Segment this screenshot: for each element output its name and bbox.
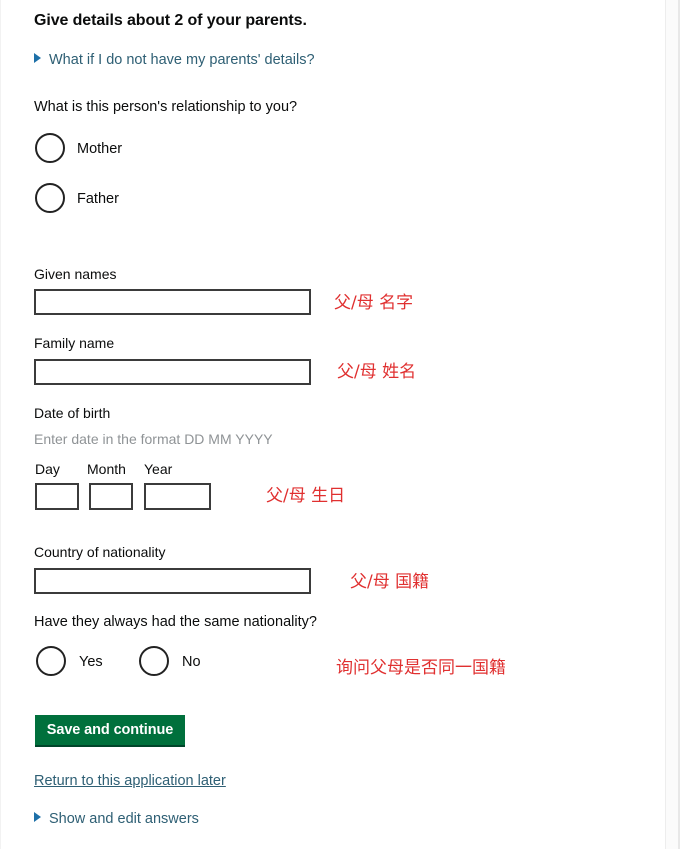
radio-circle-mother[interactable] (35, 133, 65, 163)
month-label: Month (87, 461, 126, 477)
save-and-continue-button[interactable]: Save and continue (35, 715, 185, 747)
day-input[interactable] (35, 483, 79, 510)
radio-label-no: No (182, 654, 201, 670)
details-toggle-label: What if I do not have my parents' detail… (49, 52, 315, 68)
show-edit-answers-label: Show and edit answers (49, 811, 199, 827)
radio-option-father[interactable]: Father (34, 183, 334, 217)
details-toggle-show-edit-answers[interactable]: Show and edit answers (34, 811, 199, 827)
form-content: Give details about 2 of your parents. Wh… (34, 0, 654, 849)
year-input[interactable] (144, 483, 211, 510)
annotation-family-name: 父/母 姓名 (337, 362, 417, 382)
radio-label-yes: Yes (79, 654, 103, 670)
annotation-country-of-nationality: 父/母 国籍 (350, 572, 430, 592)
radio-option-mother[interactable]: Mother (34, 133, 334, 167)
annotation-given-names: 父/母 名字 (334, 293, 414, 313)
radio-circle-father[interactable] (35, 183, 65, 213)
day-label: Day (35, 461, 60, 477)
year-label: Year (144, 461, 173, 477)
form-page: Give details about 2 of your parents. Wh… (0, 0, 680, 849)
return-to-application-link[interactable]: Return to this application later (34, 773, 226, 789)
radio-label-father: Father (77, 191, 119, 207)
radio-option-no[interactable]: No (137, 646, 337, 680)
details-toggle-parents-details[interactable]: What if I do not have my parents' detail… (34, 52, 315, 68)
date-of-birth-label: Date of birth (34, 405, 111, 421)
page-title: Give details about 2 of your parents. (34, 12, 307, 29)
triangle-right-icon (34, 812, 41, 822)
given-names-label: Given names (34, 266, 117, 282)
date-of-birth-hint: Enter date in the format DD MM YYYY (34, 431, 273, 447)
annotation-date-of-birth: 父/母 生日 (266, 486, 346, 506)
country-of-nationality-label: Country of nationality (34, 544, 166, 560)
radio-circle-no[interactable] (139, 646, 169, 676)
family-name-label: Family name (34, 335, 115, 351)
month-input[interactable] (89, 483, 133, 510)
family-name-input[interactable] (34, 359, 311, 385)
annotation-same-nationality: 询问父母是否同一国籍 (336, 658, 506, 678)
radio-label-mother: Mother (77, 141, 123, 157)
same-nationality-question-label: Have they always had the same nationalit… (34, 614, 317, 630)
relationship-question-label: What is this person's relationship to yo… (34, 99, 298, 115)
country-of-nationality-input[interactable] (34, 568, 311, 594)
triangle-right-icon (34, 53, 41, 63)
radio-circle-yes[interactable] (36, 646, 66, 676)
given-names-input[interactable] (34, 289, 311, 315)
